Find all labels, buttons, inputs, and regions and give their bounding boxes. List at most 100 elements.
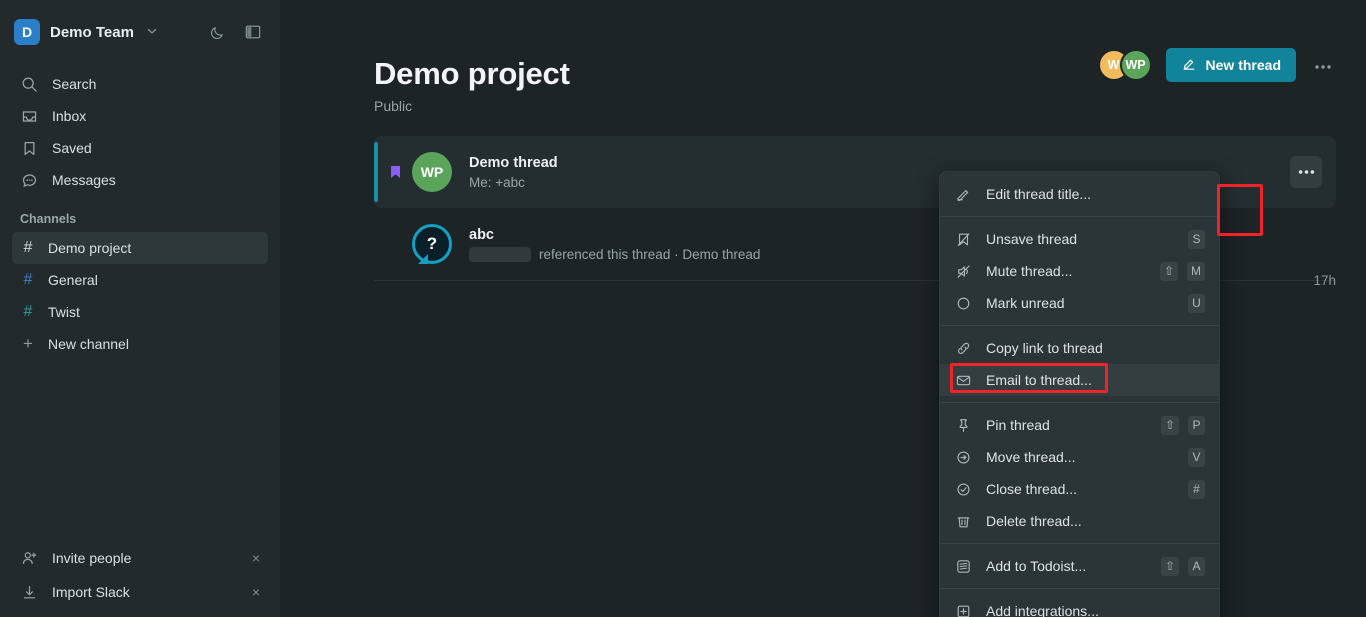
menu-item-label: Close thread...	[986, 481, 1078, 497]
menu-item-mark-unread[interactable]: Mark unread U	[940, 287, 1219, 319]
mute-icon	[954, 263, 972, 280]
sidebar-item-invite-people[interactable]: Invite people ×	[12, 541, 268, 575]
menu-item-label: Copy link to thread	[986, 340, 1103, 356]
plus-square-icon	[954, 603, 972, 617]
thread-more-options-button[interactable]	[1290, 156, 1322, 188]
menu-item-move-thread[interactable]: Move thread... V	[940, 441, 1219, 473]
channel-label: Twist	[48, 304, 80, 320]
channel-label: New channel	[48, 336, 129, 352]
chevron-down-icon[interactable]	[146, 25, 158, 40]
sidebar-item-import-slack[interactable]: Import Slack ×	[12, 575, 268, 609]
thread-text: abc referenced this thread · Demo thread	[469, 227, 760, 262]
menu-item-pin-thread[interactable]: Pin thread ⇧ P	[940, 409, 1219, 441]
sidebar-item-label: Inbox	[52, 108, 87, 124]
menu-item-shortcut: ⇧ M	[1159, 261, 1205, 281]
shortcut-key: U	[1188, 293, 1205, 313]
menu-separator	[940, 402, 1219, 403]
menu-item-close-thread[interactable]: Close thread... #	[940, 473, 1219, 505]
menu-item-label: Unsave thread	[986, 231, 1078, 247]
menu-item-shortcut: S	[1188, 229, 1205, 249]
channel-label: Demo project	[48, 240, 132, 256]
thread-preview: Me: +abc	[469, 174, 525, 190]
menu-item-label: Mute thread...	[986, 263, 1073, 279]
sidebar-item-label: Messages	[52, 172, 116, 188]
menu-item-edit-thread-title[interactable]: Edit thread title...	[940, 178, 1219, 210]
menu-item-shortcut: ⇧ P	[1160, 415, 1205, 435]
avatar[interactable]: WP	[1119, 49, 1152, 81]
menu-item-email-to-thread[interactable]: Email to thread...	[940, 363, 1219, 396]
trash-icon	[954, 513, 972, 530]
add-person-icon	[20, 550, 38, 567]
link-icon	[954, 340, 972, 357]
check-circle-icon	[954, 481, 972, 498]
menu-item-label: Move thread...	[986, 449, 1076, 465]
shortcut-key: A	[1188, 556, 1205, 576]
menu-item-shortcut: ⇧ A	[1160, 556, 1205, 576]
unread-accent-bar	[374, 142, 378, 202]
new-thread-button[interactable]: New thread	[1165, 48, 1296, 82]
download-icon	[20, 584, 38, 601]
menu-separator	[940, 588, 1219, 589]
circle-icon	[954, 295, 972, 312]
channel-label: General	[48, 272, 98, 288]
thread-preview: referenced this thread · Demo thread	[539, 246, 761, 262]
todoist-icon	[954, 558, 972, 575]
thread-text: Demo thread Me: +abc	[469, 155, 558, 190]
toggle-panel-icon[interactable]	[240, 19, 266, 45]
shortcut-key: ⇧	[1160, 556, 1179, 576]
menu-separator	[940, 216, 1219, 217]
menu-separator	[940, 325, 1219, 326]
menu-item-label: Mark unread	[986, 295, 1065, 311]
menu-separator	[940, 543, 1219, 544]
menu-item-mute-thread[interactable]: Mute thread... ⇧ M	[940, 255, 1219, 287]
sidebar-item-demo-project[interactable]: # Demo project	[12, 232, 268, 264]
channels-section-label: Channels	[20, 212, 77, 226]
close-icon[interactable]: ×	[252, 584, 260, 600]
header-more-options-button[interactable]	[1310, 55, 1336, 75]
sidebar-item-twist[interactable]: # Twist	[12, 296, 268, 328]
primary-nav: Search Inbox Saved Messages	[0, 64, 280, 196]
thread-title: abc	[469, 226, 494, 243]
thread-title: Demo thread	[469, 154, 558, 171]
menu-item-add-integrations[interactable]: Add integrations...	[940, 595, 1219, 617]
menu-item-label: Pin thread	[986, 417, 1050, 433]
sidebar-item-saved[interactable]: Saved	[12, 132, 268, 164]
moon-icon[interactable]	[204, 19, 230, 45]
sidebar-item-label: Import Slack	[52, 584, 130, 600]
avatar: WP	[412, 152, 452, 192]
new-thread-label: New thread	[1205, 57, 1281, 73]
thread-preview-row: referenced this thread · Demo thread	[469, 246, 761, 262]
thread-context-menu: Edit thread title... Unsave thread S Mut…	[939, 171, 1220, 617]
menu-item-label: Email to thread...	[986, 372, 1092, 388]
sidebar-footer: Invite people × Import Slack ×	[0, 541, 280, 617]
sidebar-item-general[interactable]: # General	[12, 264, 268, 296]
menu-item-unsave-thread[interactable]: Unsave thread S	[940, 223, 1219, 255]
team-name[interactable]: Demo Team	[50, 24, 134, 41]
team-logo: D	[14, 19, 40, 45]
menu-item-delete-thread[interactable]: Delete thread...	[940, 505, 1219, 537]
shortcut-key: #	[1188, 479, 1205, 499]
hash-icon: #	[23, 271, 33, 288]
close-icon[interactable]: ×	[252, 550, 260, 566]
shortcut-key: M	[1187, 261, 1205, 281]
unsave-bookmark-icon	[954, 231, 972, 248]
page-header: Demo project Public W WP New thread	[280, 0, 1366, 114]
shortcut-key: S	[1188, 229, 1205, 249]
redacted-author	[469, 246, 531, 262]
pencil-icon	[954, 186, 972, 203]
chat-bubble-icon	[20, 172, 38, 189]
sidebar-item-messages[interactable]: Messages	[12, 164, 268, 196]
menu-item-label: Add to Todoist...	[986, 558, 1087, 574]
menu-item-copy-link-to-thread[interactable]: Copy link to thread	[940, 332, 1219, 364]
sidebar-item-inbox[interactable]: Inbox	[12, 100, 268, 132]
menu-item-shortcut: V	[1188, 447, 1205, 467]
menu-item-shortcut: #	[1188, 479, 1205, 499]
shortcut-key: V	[1188, 447, 1205, 467]
sidebar-item-label: Search	[52, 76, 97, 92]
menu-item-add-to-todoist[interactable]: Add to Todoist... ⇧ A	[940, 550, 1219, 582]
team-bar: D Demo Team	[0, 0, 280, 64]
sidebar-item-new-channel[interactable]: + New channel	[12, 328, 268, 360]
sidebar-item-search[interactable]: Search	[12, 68, 268, 100]
thread-timestamp: 17h	[1313, 273, 1336, 288]
